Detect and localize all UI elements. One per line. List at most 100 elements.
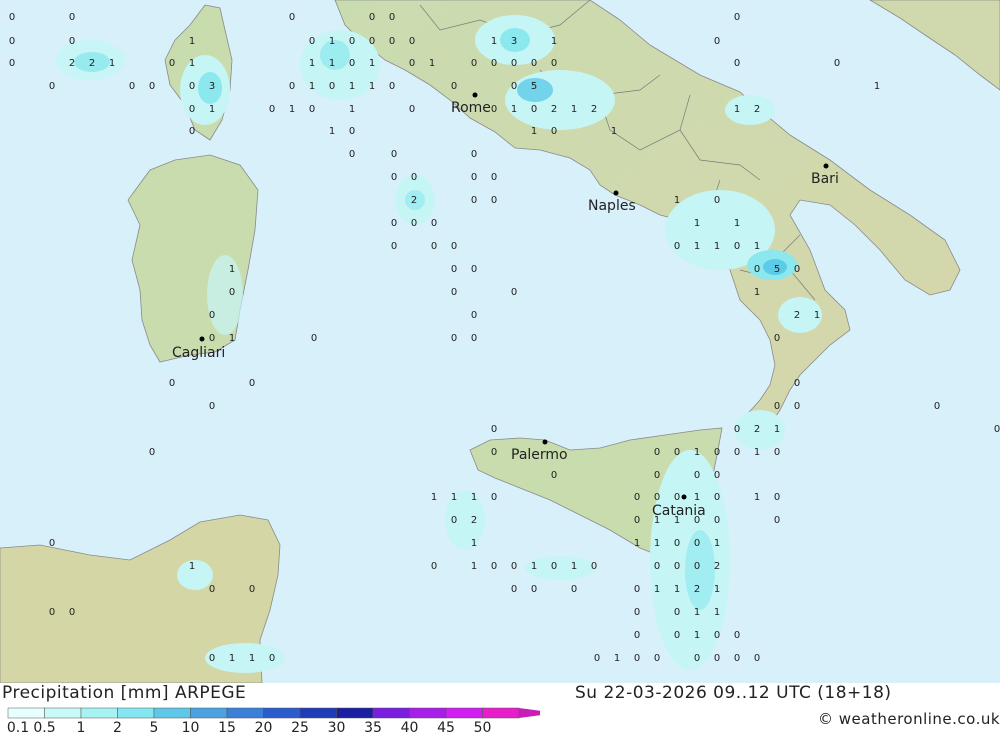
svg-text:0: 0 — [994, 424, 1000, 435]
legend-swatch — [153, 707, 191, 719]
svg-text:1: 1 — [531, 561, 537, 572]
svg-text:0: 0 — [674, 630, 680, 641]
svg-text:0: 0 — [594, 653, 600, 664]
svg-text:0: 0 — [654, 470, 660, 481]
svg-text:1: 1 — [754, 492, 760, 503]
svg-text:0: 0 — [734, 58, 740, 69]
svg-text:1: 1 — [451, 492, 457, 503]
svg-text:1: 1 — [571, 561, 577, 572]
svg-text:0: 0 — [774, 492, 780, 503]
svg-text:0: 0 — [654, 653, 660, 664]
svg-text:0: 0 — [409, 36, 415, 47]
svg-text:0: 0 — [511, 81, 517, 92]
city-palermo: Palermo — [511, 447, 568, 463]
legend-swatch — [44, 707, 82, 719]
svg-text:0: 0 — [551, 470, 557, 481]
svg-text:1: 1 — [369, 58, 375, 69]
svg-text:0: 0 — [774, 401, 780, 412]
svg-text:0: 0 — [734, 447, 740, 458]
svg-text:1: 1 — [289, 104, 295, 115]
svg-text:0: 0 — [794, 264, 800, 275]
svg-text:2: 2 — [754, 424, 760, 435]
svg-text:1: 1 — [329, 58, 335, 69]
legend-swatch — [263, 707, 301, 719]
svg-text:0: 0 — [634, 584, 640, 595]
svg-text:0: 0 — [674, 447, 680, 458]
svg-text:0: 0 — [471, 310, 477, 321]
svg-text:0: 0 — [9, 58, 15, 69]
svg-text:0: 0 — [471, 264, 477, 275]
svg-text:0: 0 — [714, 447, 720, 458]
svg-text:0: 0 — [551, 561, 557, 572]
svg-text:0: 0 — [774, 447, 780, 458]
svg-text:0: 0 — [934, 401, 940, 412]
svg-text:3: 3 — [511, 36, 517, 47]
svg-text:0: 0 — [471, 195, 477, 206]
svg-text:2: 2 — [714, 561, 720, 572]
city-rome: Rome — [451, 100, 491, 116]
svg-text:0: 0 — [634, 653, 640, 664]
svg-text:0: 0 — [654, 561, 660, 572]
footer-credit: © weatheronline.co.uk — [818, 710, 1000, 728]
legend-swatch — [299, 707, 337, 719]
legend-swatch — [372, 707, 410, 719]
svg-text:1: 1 — [694, 447, 700, 458]
svg-text:0: 0 — [531, 104, 537, 115]
svg-text:2: 2 — [411, 195, 417, 206]
svg-text:0: 0 — [9, 36, 15, 47]
svg-text:0: 0 — [389, 12, 395, 23]
svg-text:0: 0 — [289, 12, 295, 23]
legend-swatch — [117, 707, 155, 719]
svg-text:1: 1 — [349, 104, 355, 115]
legend-label: 2 — [113, 720, 122, 733]
svg-text:0: 0 — [349, 149, 355, 160]
svg-text:1: 1 — [754, 241, 760, 252]
legend-label: 50 — [474, 720, 492, 733]
svg-text:0: 0 — [674, 492, 680, 503]
legend-label: 1 — [77, 720, 86, 733]
svg-text:0: 0 — [391, 172, 397, 183]
svg-text:1: 1 — [189, 561, 195, 572]
svg-text:1: 1 — [654, 584, 660, 595]
svg-text:0: 0 — [551, 58, 557, 69]
svg-text:0: 0 — [714, 630, 720, 641]
svg-text:0: 0 — [531, 584, 537, 595]
svg-text:1: 1 — [189, 36, 195, 47]
svg-text:1: 1 — [614, 653, 620, 664]
svg-text:1: 1 — [551, 36, 557, 47]
legend-label: 35 — [364, 720, 382, 733]
svg-text:0: 0 — [169, 378, 175, 389]
svg-text:0: 0 — [209, 333, 215, 344]
legend-label: 0.5 — [33, 720, 55, 733]
svg-text:0: 0 — [694, 653, 700, 664]
legend-swatch — [336, 707, 374, 719]
svg-text:0: 0 — [411, 172, 417, 183]
footer-datetime: Su 22-03-2026 09..12 UTC (18+18) — [575, 683, 892, 703]
svg-text:0: 0 — [714, 470, 720, 481]
svg-text:0: 0 — [451, 515, 457, 526]
svg-text:1: 1 — [249, 653, 255, 664]
svg-text:1: 1 — [471, 538, 477, 549]
map-footer: Precipitation [mm] ARPEGE Su 22-03-2026 … — [0, 683, 1000, 733]
svg-text:0: 0 — [189, 104, 195, 115]
svg-text:2: 2 — [69, 58, 75, 69]
svg-text:0: 0 — [714, 36, 720, 47]
svg-text:1: 1 — [491, 36, 497, 47]
svg-text:0: 0 — [634, 492, 640, 503]
svg-text:2: 2 — [591, 104, 597, 115]
svg-text:0: 0 — [794, 378, 800, 389]
legend-swatch — [445, 707, 483, 719]
svg-text:0: 0 — [511, 58, 517, 69]
svg-text:0: 0 — [774, 515, 780, 526]
svg-text:0: 0 — [674, 607, 680, 618]
svg-text:0: 0 — [189, 81, 195, 92]
svg-text:0: 0 — [451, 333, 457, 344]
legend-label: 0.1 — [7, 720, 29, 733]
svg-text:0: 0 — [389, 81, 395, 92]
svg-text:0: 0 — [531, 58, 537, 69]
svg-text:0: 0 — [471, 58, 477, 69]
svg-text:1: 1 — [694, 492, 700, 503]
svg-text:0: 0 — [471, 149, 477, 160]
svg-text:3: 3 — [209, 81, 215, 92]
svg-text:0: 0 — [491, 561, 497, 572]
